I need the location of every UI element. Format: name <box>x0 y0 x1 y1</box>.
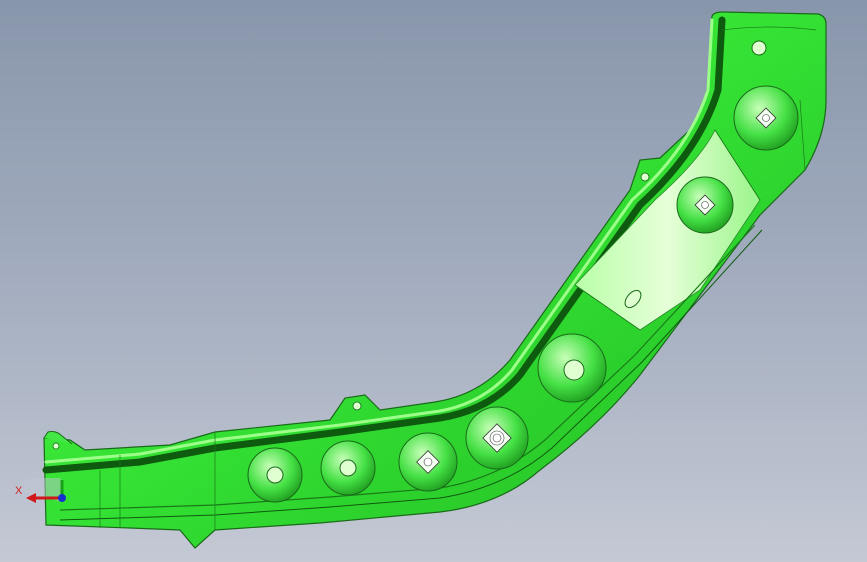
tab-middle-hole <box>352 401 362 411</box>
graphics-viewport[interactable]: X <box>0 0 867 562</box>
tab-upper-hole <box>640 172 650 182</box>
boss-3 <box>398 432 458 492</box>
boss-7 <box>733 85 799 151</box>
boss-4 <box>465 406 529 470</box>
top-hole <box>751 40 767 56</box>
coordinate-triad: X <box>12 473 72 518</box>
boss-2 <box>320 440 376 496</box>
bracket-part-model[interactable] <box>0 0 867 562</box>
boss-1 <box>247 447 303 503</box>
triad-axes <box>17 473 66 503</box>
boss-5 <box>537 333 607 403</box>
boss-6 <box>676 176 734 234</box>
x-axis-label: X <box>15 485 23 497</box>
tab-left-hole <box>52 442 60 450</box>
